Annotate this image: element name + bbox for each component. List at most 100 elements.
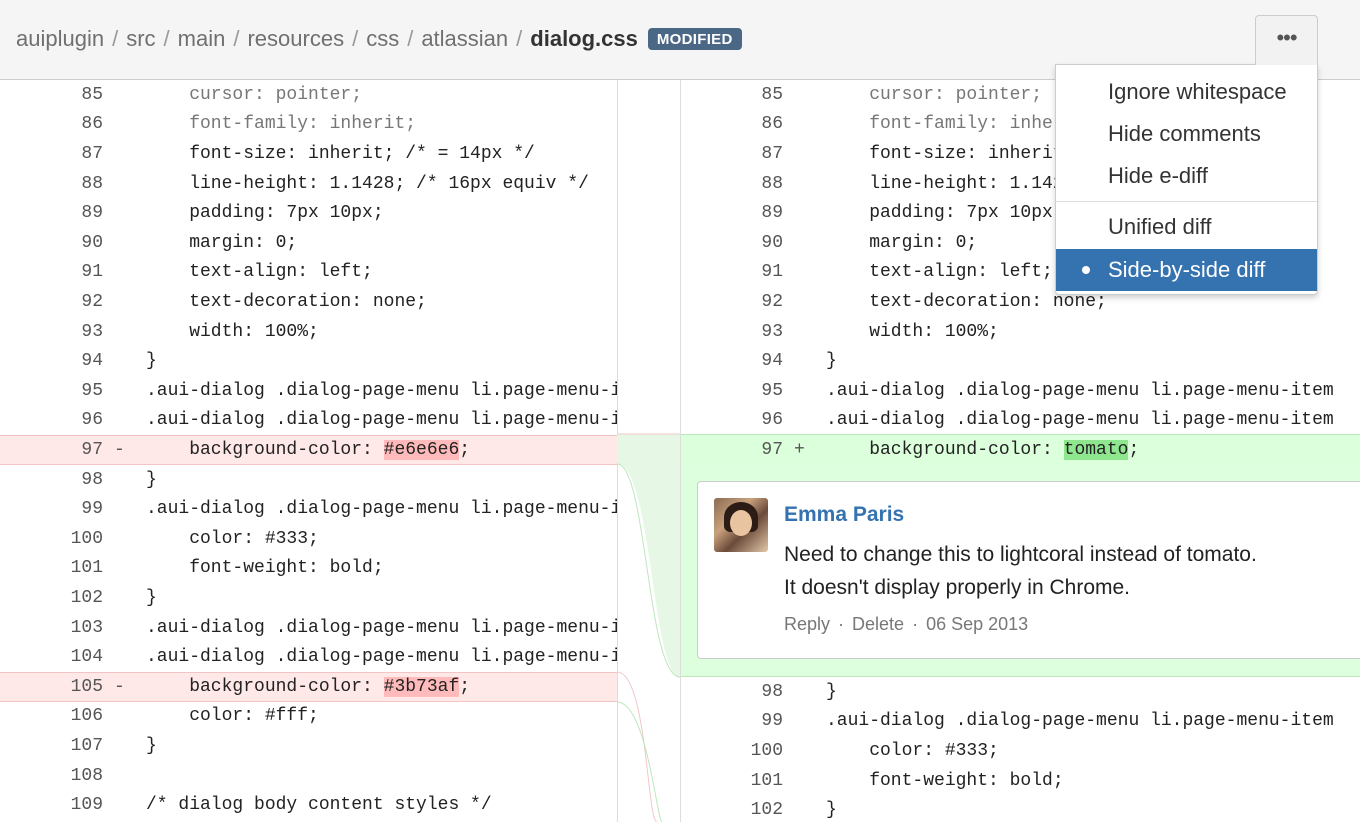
changed-token: tomato [1063, 439, 1129, 460]
breadcrumb-item[interactable]: src [126, 26, 155, 52]
code-text: color: #333; [146, 528, 319, 549]
code-text: } [146, 351, 157, 372]
line-number[interactable]: 98 [680, 682, 783, 702]
line-number[interactable]: 85 [680, 85, 783, 105]
code-line: 89 padding: 7px 10px; [0, 198, 617, 228]
line-number[interactable]: 102 [680, 800, 783, 820]
line-number[interactable]: 87 [680, 144, 783, 164]
line-number[interactable]: 109 [0, 795, 103, 815]
breadcrumb-item[interactable]: atlassian [421, 26, 508, 52]
line-number[interactable]: 107 [0, 736, 103, 756]
code-line: 108 [0, 761, 617, 791]
line-number[interactable]: 101 [680, 771, 783, 791]
menu-item-unified-diff[interactable]: Unified diff [1056, 206, 1317, 248]
line-number[interactable]: 93 [680, 322, 783, 342]
menu-item-ignore-whitespace[interactable]: Ignore whitespace [1056, 71, 1317, 113]
line-number[interactable]: 93 [0, 322, 103, 342]
comment-date: 06 Sep 2013 [926, 614, 1029, 634]
line-number[interactable]: 87 [0, 144, 103, 164]
code-text: } [826, 800, 837, 821]
comment-author[interactable]: Emma Paris [784, 503, 904, 527]
diff-pane-left: 85 cursor: pointer; 86 font-family: inher… [0, 80, 617, 822]
avatar[interactable] [714, 498, 768, 552]
line-number[interactable]: 85 [0, 85, 103, 105]
line-number[interactable]: 106 [0, 706, 103, 726]
breadcrumb: auiplugin / src / main / resources / css… [16, 26, 742, 52]
line-number[interactable]: 94 [0, 351, 103, 371]
breadcrumb-separator: / [407, 26, 414, 51]
line-number[interactable]: 98 [0, 470, 103, 490]
line-number[interactable]: 99 [680, 711, 783, 731]
line-number[interactable]: 90 [680, 233, 783, 253]
selected-bullet-icon [1082, 266, 1090, 274]
code-text: .aui-dialog .dialog-page-menu li.page-me… [146, 380, 617, 401]
line-number[interactable]: 99 [0, 499, 103, 519]
code-line: 92 text-decoration: none; [0, 287, 617, 317]
line-number[interactable]: 88 [0, 174, 103, 194]
line-number[interactable]: 86 [0, 114, 103, 134]
line-number[interactable]: 104 [0, 647, 103, 667]
line-number[interactable]: 100 [0, 529, 103, 549]
line-number[interactable]: 95 [0, 381, 103, 401]
line-number[interactable]: 88 [680, 174, 783, 194]
line-number[interactable]: 91 [680, 262, 783, 282]
line-number[interactable]: 90 [0, 233, 103, 253]
line-number[interactable]: 86 [680, 114, 783, 134]
line-number[interactable]: 91 [0, 262, 103, 282]
code-text: font-weight: bold; [146, 558, 384, 579]
line-number[interactable]: 89 [680, 203, 783, 223]
line-number[interactable]: 97 [680, 440, 783, 460]
delete-link[interactable]: Delete [852, 614, 904, 634]
menu-item-hide-ediff[interactable]: Hide e-diff [1056, 155, 1317, 197]
code-text: background-color: #3b73af; [146, 676, 470, 697]
line-number[interactable]: 103 [0, 618, 103, 638]
line-number[interactable]: 97 [0, 440, 103, 460]
code-text: text-decoration: none; [146, 291, 427, 312]
breadcrumb-item[interactable]: resources [247, 26, 344, 52]
line-number[interactable]: 102 [0, 588, 103, 608]
code-line: 102} [0, 583, 617, 613]
line-number[interactable]: 94 [680, 351, 783, 371]
code-text: font-family: inherit; [146, 114, 417, 135]
breadcrumb-separator: / [112, 26, 119, 51]
menu-item-side-by-side-diff[interactable]: Side-by-side diff [1056, 249, 1317, 291]
menu-item-hide-comments[interactable]: Hide comments [1056, 113, 1317, 155]
code-text: width: 100%; [146, 321, 319, 342]
code-text: } [826, 681, 837, 702]
line-number[interactable]: 101 [0, 558, 103, 578]
code-text: text-align: left; [826, 262, 1053, 283]
code-line: 91 text-align: left; [0, 258, 617, 288]
breadcrumb-separator: / [233, 26, 240, 51]
code-text: .aui-dialog .dialog-page-menu li.page-me… [826, 711, 1334, 732]
code-text: } [146, 735, 157, 756]
code-line: 94} [0, 346, 617, 376]
more-actions-button[interactable]: ••• [1255, 15, 1318, 65]
line-number[interactable]: 96 [0, 410, 103, 430]
code-line: 106 color: #fff; [0, 702, 617, 732]
line-number[interactable]: 89 [0, 203, 103, 223]
code-line: 103 .aui-dialog .dialog-page-menu li.page… [0, 613, 617, 643]
breadcrumb-item[interactable]: css [366, 26, 399, 52]
diff-options-menu: Ignore whitespace Hide comments Hide e-d… [1055, 64, 1318, 295]
code-text: .aui-dialog .dialog-page-menu li.page-me… [146, 617, 617, 638]
line-number[interactable]: 96 [680, 410, 783, 430]
avatar-face [730, 510, 752, 536]
code-line: 100 color: #333; [0, 524, 617, 554]
line-number[interactable]: 92 [680, 292, 783, 312]
line-number[interactable]: 108 [0, 766, 103, 786]
code-text: .aui-dialog .dialog-page-menu li.page-me… [826, 380, 1334, 401]
code-segment: ; [1128, 439, 1140, 460]
code-line: 94} [680, 346, 1360, 376]
modified-badge: MODIFIED [647, 28, 742, 50]
code-line: 86 font-family: inherit; [0, 110, 617, 140]
line-number[interactable]: 95 [680, 381, 783, 401]
reply-link[interactable]: Reply [784, 614, 830, 634]
changed-token: #e6e6e6 [383, 439, 460, 460]
line-number[interactable]: 105 [0, 677, 103, 697]
code-line: 95 .aui-dialog .dialog-page-menu li.page-… [680, 376, 1360, 406]
line-number[interactable]: 100 [680, 741, 783, 761]
breadcrumb-item[interactable]: auiplugin [16, 26, 104, 52]
line-number[interactable]: 92 [0, 292, 103, 312]
breadcrumb-item[interactable]: main [178, 26, 226, 52]
code-text: .aui-dialog .dialog-page-menu li.page-me… [146, 647, 617, 668]
